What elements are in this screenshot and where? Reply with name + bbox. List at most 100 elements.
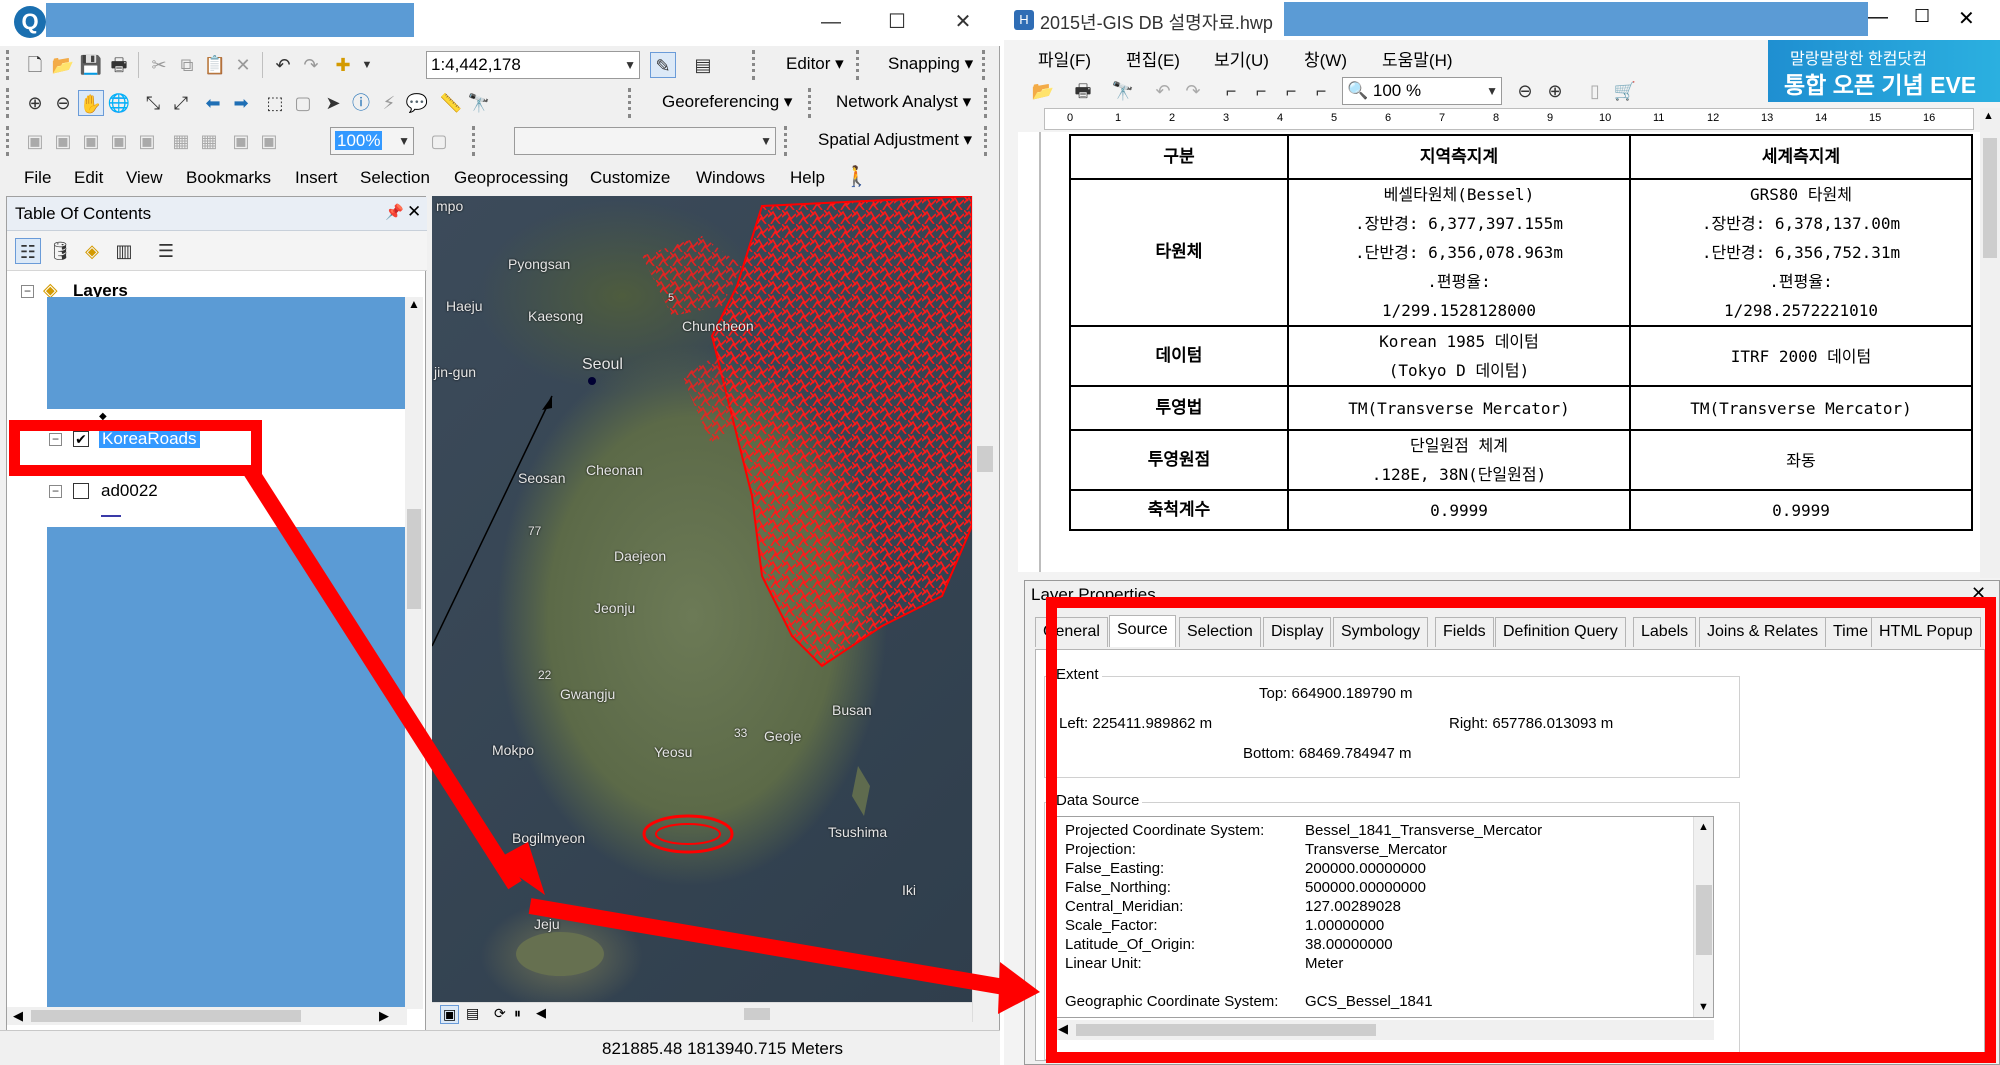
map-scroll-thumb[interactable] <box>977 446 993 472</box>
toolbar-grip[interactable] <box>6 88 16 118</box>
zoom-in-icon[interactable]: ⊕ <box>22 90 48 116</box>
layout-view-icon[interactable]: ▤ <box>466 1005 479 1022</box>
ad0022-collapse-icon[interactable]: − <box>49 485 62 498</box>
menu-file[interactable]: File <box>24 168 51 188</box>
menu-help[interactable]: Help <box>790 168 825 188</box>
layer-ad0022[interactable]: ad0022 <box>101 481 158 501</box>
zoom-out-icon[interactable]: ⊖ <box>1512 78 1538 104</box>
forward-arrow-icon[interactable]: ➡ <box>228 90 254 116</box>
toc-horizontal-scrollbar[interactable]: ◀ ▶ <box>7 1007 407 1025</box>
undo-icon[interactable]: ↶ <box>270 52 296 78</box>
menu-selection[interactable]: Selection <box>360 168 430 188</box>
hwp-ruler[interactable]: 0 1 2 3 4 5 6 7 8 9 10 11 12 13 14 15 16 <box>1044 108 1974 130</box>
data-view-icon[interactable]: ▣ <box>440 1005 460 1024</box>
toolbar-grip[interactable] <box>472 126 482 156</box>
fixed-zoom-out-icon[interactable]: ⤢ <box>168 90 194 116</box>
layers-collapse-icon[interactable]: − <box>21 285 34 298</box>
select-features-icon[interactable]: ⬚ <box>262 90 288 116</box>
margin-icon[interactable]: ⌐ <box>1248 78 1274 104</box>
zoom-in-icon[interactable]: ⊕ <box>1542 78 1568 104</box>
hwp-scroll-up-icon[interactable]: ▲ <box>1983 110 1994 122</box>
menu-bookmarks[interactable]: Bookmarks <box>186 168 271 188</box>
new-document-icon[interactable]: 🗋 <box>22 52 48 78</box>
redo-icon[interactable]: ↷ <box>1180 78 1206 104</box>
map-vertical-scrollbar[interactable] <box>972 196 996 1022</box>
open-folder-icon[interactable]: 📂 <box>50 52 76 78</box>
map-hscroll-thumb[interactable] <box>744 1008 770 1020</box>
spatial-adjustment-menu[interactable]: Spatial Adjustment ▾ <box>818 130 972 150</box>
maximize-icon[interactable]: ☐ <box>874 2 920 42</box>
map-view[interactable]: mpo Pyongsan Haeju Kaesong jin-gun Seoul… <box>432 196 972 1022</box>
hwp-menu-file[interactable]: 파일(F) <box>1038 46 1091 71</box>
georeferencing-menu[interactable]: Georeferencing ▾ <box>662 92 792 112</box>
paste-icon[interactable]: 📋 <box>202 52 228 78</box>
menu-edit[interactable]: Edit <box>74 168 103 188</box>
hwp-vertical-scrollbar[interactable]: ▲ <box>1980 108 2000 578</box>
toolbar-grip[interactable] <box>984 126 994 156</box>
pan-hand-icon[interactable]: ✋ <box>78 90 104 116</box>
toolbar-grip[interactable] <box>784 126 794 156</box>
margin-icon[interactable]: ⌐ <box>1278 78 1304 104</box>
toolbar-grip[interactable] <box>628 88 638 118</box>
options-icon[interactable]: ☰ <box>153 238 179 264</box>
list-by-visibility-icon[interactable]: ◈ <box>79 238 105 264</box>
full-extent-globe-icon[interactable]: 🌐 <box>106 90 132 116</box>
scroll-up-icon[interactable]: ▲ <box>405 297 423 317</box>
menu-geoprocessing[interactable]: Geoprocessing <box>454 168 568 188</box>
hwp-zoom-combo[interactable]: 🔍 100 % ▼ <box>1342 77 1502 105</box>
list-by-drawing-order-icon[interactable]: ☷ <box>15 238 41 264</box>
hwp-menu-view[interactable]: 보기(U) <box>1214 46 1269 71</box>
refresh-icon[interactable]: ⟳ <box>494 1005 506 1022</box>
hwp-document-page[interactable]: 구분 지역측지계 세계측지계 타원체 베셀타원체(Bessel) .장반경: 6,… <box>1040 132 1980 572</box>
hwp-menu-edit[interactable]: 편집(E) <box>1126 46 1180 71</box>
add-data-icon[interactable]: ✚ <box>330 52 356 78</box>
zoom-out-icon[interactable]: ⊖ <box>50 90 76 116</box>
back-arrow-icon[interactable]: ⬅ <box>200 90 226 116</box>
find-binoculars-icon[interactable]: 🔭 <box>1110 78 1136 104</box>
hwp-minimize-icon[interactable]: — <box>1868 6 1888 29</box>
hyperlink-icon[interactable]: ⚡ <box>376 90 402 116</box>
table-window-icon[interactable]: ▤ <box>690 52 716 78</box>
copy-icon[interactable]: ⧉ <box>174 52 200 78</box>
minimize-icon[interactable]: — <box>808 2 854 42</box>
network-analyst-menu[interactable]: Network Analyst ▾ <box>836 92 971 112</box>
select-elements-arrow-icon[interactable]: ➤ <box>320 90 346 116</box>
scroll-right-icon[interactable]: ▶ <box>379 1008 389 1024</box>
add-data-dropdown-icon[interactable]: ▼ <box>354 52 380 78</box>
cut-icon[interactable]: ✂ <box>146 52 172 78</box>
undo-icon[interactable]: ↶ <box>1150 78 1176 104</box>
margin-icon[interactable]: ⌐ <box>1218 78 1244 104</box>
menu-windows[interactable]: Windows <box>696 168 765 188</box>
map-scroll-left-icon[interactable]: ◀ <box>536 1005 546 1021</box>
measure-icon[interactable]: 📏 <box>438 90 464 116</box>
toolbar-grip[interactable] <box>6 50 16 80</box>
delete-icon[interactable]: ✕ <box>230 52 256 78</box>
toc-vertical-scrollbar[interactable]: ▲ <box>405 297 423 1009</box>
identify-icon[interactable]: ⓘ <box>348 90 374 116</box>
snapping-menu[interactable]: Snapping ▾ <box>888 54 973 74</box>
hwp-maximize-icon[interactable]: ☐ <box>1914 6 1930 27</box>
redo-icon[interactable]: ↷ <box>298 52 324 78</box>
clear-selection-icon[interactable]: ▢ <box>290 90 316 116</box>
toolbar-grip[interactable] <box>856 50 866 80</box>
pause-drawing-icon[interactable]: ⏸ <box>514 1005 521 1022</box>
hwp-close-icon[interactable]: ✕ <box>1958 6 1975 31</box>
toolbar-grip[interactable] <box>6 126 16 156</box>
layer-combo[interactable]: ▼ <box>514 127 776 155</box>
hwp-menu-window[interactable]: 창(W) <box>1304 46 1347 71</box>
ad0022-checkbox[interactable] <box>73 483 89 499</box>
toc-scroll-thumb[interactable] <box>407 509 421 609</box>
hwp-scroll-thumb[interactable] <box>1983 138 1997 258</box>
editor-toolbar-icon[interactable]: ✎ <box>650 52 676 78</box>
pin-icon[interactable]: 📌 <box>385 203 404 221</box>
toolbar-grip[interactable] <box>752 50 762 80</box>
find-binoculars-icon[interactable]: 🔭 <box>466 90 492 116</box>
fixed-zoom-in-icon[interactable]: ⤡ <box>140 90 166 116</box>
shop-cart-icon[interactable]: 🛒 <box>1612 78 1638 104</box>
list-by-selection-icon[interactable]: ▥ <box>111 238 137 264</box>
open-folder-icon[interactable]: 📂 <box>1030 78 1056 104</box>
list-by-source-icon[interactable]: 🛢 <box>47 238 73 264</box>
toc-hscroll-thumb[interactable] <box>31 1010 301 1022</box>
map-scale-combo[interactable]: 1:4,442,178 ▼ <box>426 51 640 79</box>
print-icon[interactable]: 🖶 <box>106 52 132 78</box>
